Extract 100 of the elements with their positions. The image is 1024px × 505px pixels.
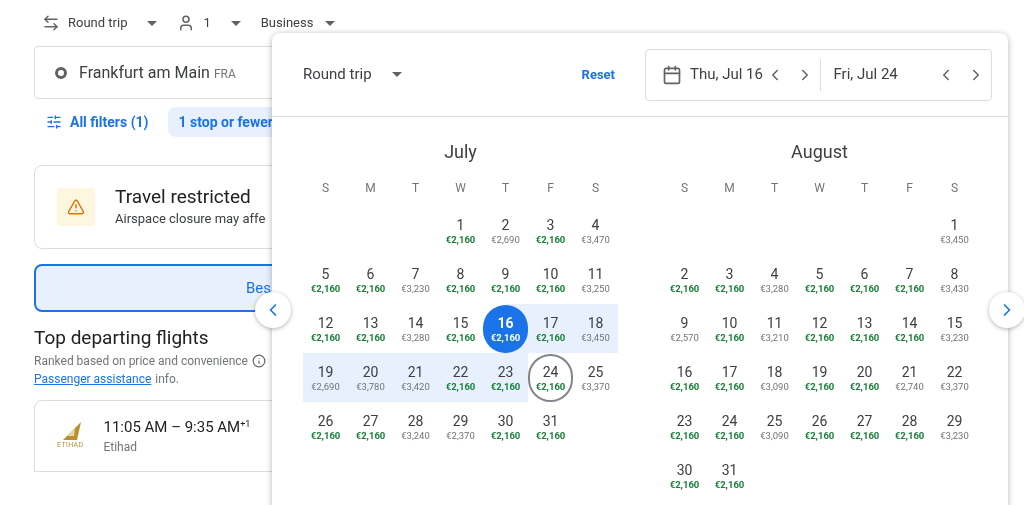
day-number: 3 (725, 264, 734, 283)
calendar-day[interactable]: 19 €2,160 (797, 353, 842, 402)
calendar-day[interactable]: 20 €2,160 (842, 353, 887, 402)
calendar-day[interactable]: 23 €2,160 (483, 353, 528, 402)
reset-button[interactable]: Reset (573, 60, 623, 89)
cabin-dropdown[interactable]: Business (260, 13, 336, 33)
calendar-day[interactable]: 2 €2,690 (483, 206, 528, 255)
calendar-day[interactable]: 4 €3,280 (752, 255, 797, 304)
day-number: 11 (766, 313, 783, 332)
weekday-label: T (500, 180, 511, 197)
day-price: €2,160 (535, 331, 566, 344)
calendar-day[interactable]: 22 €2,160 (438, 353, 483, 402)
calendar-day[interactable]: 9 €2,570 (662, 304, 707, 353)
passenger-assistance-link[interactable]: Passenger assistance (34, 370, 152, 388)
calendar-day[interactable]: 18 €3,090 (752, 353, 797, 402)
trip-type-dropdown[interactable]: Round trip (42, 13, 158, 33)
calendar-day[interactable]: 8 €2,160 (438, 255, 483, 304)
calendar-day[interactable]: 23 €2,160 (662, 402, 707, 451)
day-number: 5 (321, 264, 330, 283)
day-number: 30 (497, 411, 514, 430)
results-title: Top departing flights (34, 326, 210, 350)
calendar-day[interactable]: 20 €3,780 (348, 353, 393, 402)
weekday-label: F (905, 180, 914, 197)
calendar-day[interactable]: 17 €2,160 (528, 304, 573, 353)
calendar-day[interactable]: 31 €2,160 (707, 451, 752, 500)
day-price: €2,160 (535, 380, 566, 393)
calendar-day[interactable]: 29 €2,370 (438, 402, 483, 451)
passengers-dropdown[interactable]: 1 (177, 13, 241, 33)
calendar-day[interactable]: 11 €3,250 (573, 255, 618, 304)
calendar-day[interactable]: 25 €3,090 (752, 402, 797, 451)
calendar-day[interactable]: 10 €2,160 (528, 255, 573, 304)
calendar-day[interactable]: 16 €2,160 (483, 304, 528, 353)
weekday-label: T (859, 180, 870, 197)
calendar-day[interactable]: 29 €3,230 (932, 402, 977, 451)
calendar-day[interactable]: 19 €2,690 (303, 353, 348, 402)
day-number: 15 (452, 313, 469, 332)
calendar-day[interactable]: 30 €2,160 (662, 451, 707, 500)
calendar-day[interactable]: 3 €2,160 (707, 255, 752, 304)
calendar-day[interactable]: 26 €2,160 (797, 402, 842, 451)
weekday-label: S (679, 180, 690, 197)
calendar-day[interactable]: 7 €2,160 (887, 255, 932, 304)
calendar-day[interactable]: 15 €3,230 (932, 304, 977, 353)
calendar-day[interactable]: 13 €2,160 (348, 304, 393, 353)
day-number: 6 (366, 264, 375, 283)
calendar-day[interactable]: 6 €2,160 (842, 255, 887, 304)
caret-icon (391, 72, 402, 77)
all-filters-button[interactable]: All filters (1) (46, 111, 149, 133)
calendar-day[interactable]: 30 €2,160 (483, 402, 528, 451)
day-price: €2,160 (669, 429, 700, 442)
calendar-day[interactable]: 14 €3,280 (393, 304, 438, 353)
calendar-day[interactable]: 27 €2,160 (842, 402, 887, 451)
month-title: August (790, 140, 849, 164)
return-date[interactable]: Fri, Jul 24 (833, 63, 898, 86)
weekday-label: F (546, 180, 555, 197)
calendar-day[interactable]: 17 €2,160 (707, 353, 752, 402)
calendar-day[interactable]: 28 €2,160 (887, 402, 932, 451)
caret-icon (325, 20, 336, 26)
day-price: €2,160 (535, 233, 566, 246)
calendar-day[interactable]: 22 €3,370 (932, 353, 977, 402)
calendar-day[interactable]: 1 €3,450 (932, 206, 977, 255)
day-price: €2,160 (445, 282, 476, 295)
day-number: 23 (676, 411, 693, 430)
day-number: 19 (317, 362, 334, 381)
calendar-day[interactable]: 3 €2,160 (528, 206, 573, 255)
day-number: 13 (856, 313, 873, 332)
calendar-day[interactable]: 2 €2,160 (662, 255, 707, 304)
calendar-day[interactable]: 14 €2,160 (887, 304, 932, 353)
calendar-day[interactable]: 7 €3,230 (393, 255, 438, 304)
calendar-day[interactable]: 8 €3,430 (932, 255, 977, 304)
calendar-day[interactable]: 26 €2,160 (303, 402, 348, 451)
calendar-day[interactable]: 13 €2,160 (842, 304, 887, 353)
calendar-day[interactable]: 28 €3,240 (393, 402, 438, 451)
calendar-day[interactable]: 24 €2,160 (528, 353, 573, 402)
day-price: €2,160 (849, 331, 880, 344)
calendar-day[interactable]: 1 €2,160 (438, 206, 483, 255)
info-icon[interactable] (251, 354, 266, 368)
calendar-day[interactable]: 16 €2,160 (662, 353, 707, 402)
day-number: 11 (587, 264, 604, 283)
calendar-day[interactable]: 12 €2,160 (797, 304, 842, 353)
calendar-day[interactable]: 24 €2,160 (707, 402, 752, 451)
calendar-day[interactable]: 18 €3,450 (573, 304, 618, 353)
calendar-day[interactable]: 4 €3,470 (573, 206, 618, 255)
calendar-day[interactable]: 11 €3,210 (752, 304, 797, 353)
calendar-day[interactable]: 21 €3,420 (393, 353, 438, 402)
day-number: 15 (946, 313, 963, 332)
calendar-day[interactable]: 31 €2,160 (528, 402, 573, 451)
calendar-day[interactable]: 5 €2,160 (797, 255, 842, 304)
calendar-day[interactable]: 10 €2,160 (707, 304, 752, 353)
calendar-day[interactable]: 27 €2,160 (348, 402, 393, 451)
calendar-day[interactable]: 15 €2,160 (438, 304, 483, 353)
calendar-day[interactable]: 21 €2,740 (887, 353, 932, 402)
day-number: 2 (680, 264, 689, 283)
day-number: 19 (811, 362, 828, 381)
flight-times: 11:05 AM – 9:35 AM$^{+1}$ (103, 416, 251, 438)
calendar-day[interactable]: 25 €3,370 (573, 353, 618, 402)
calendar-day[interactable]: 6 €2,160 (348, 255, 393, 304)
results-subtitle: Ranked based on price and convenience (34, 353, 248, 370)
day-price: €2,160 (714, 478, 745, 491)
depart-date[interactable]: Thu, Jul 16 (690, 63, 763, 86)
calendar-day[interactable]: 9 €2,160 (483, 255, 528, 304)
